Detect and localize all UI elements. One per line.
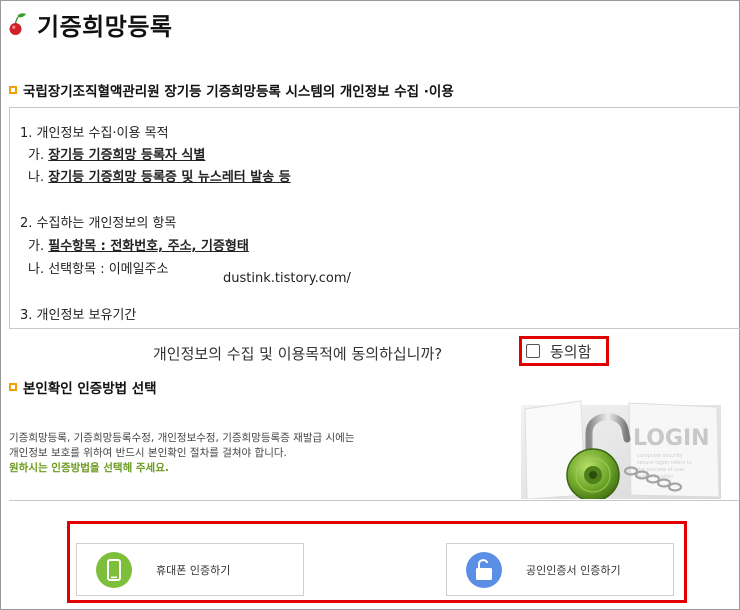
svg-text:computer security: computer security	[637, 453, 683, 459]
svg-text:secure logon refers to: secure logon refers to	[637, 460, 692, 466]
terms-item2-a: 가. 필수항목 : 전화번호, 주소, 기증형태	[28, 235, 249, 254]
terms-item3-title: 3. 개인정보 보유기간	[20, 308, 137, 323]
auth-heading-text: 본인확인 인증방법 선택	[23, 381, 157, 397]
terms-item2-title: 2. 수집하는 개인정보의 항목	[20, 216, 177, 231]
section-divider	[9, 500, 739, 501]
unlock-icon	[466, 551, 502, 588]
agree-checkbox[interactable]	[526, 344, 540, 358]
login-image-text: LOGIN	[633, 426, 710, 451]
phone-auth-label: 휴대폰 인증하기	[156, 563, 231, 577]
privacy-section-heading: 국립장기조직혈액관리원 장기등 기증희망등록 시스템의 개인정보 수집 ·이용	[9, 80, 454, 100]
watermark-text: dustink.tistory.com/	[223, 271, 351, 286]
terms-item2-a-text: 필수항목 : 전화번호, 주소, 기증형태	[48, 239, 249, 254]
square-bullet-icon	[9, 383, 17, 391]
terms-item2-a-prefix: 가.	[28, 239, 49, 254]
certificate-auth-button[interactable]: 공인인증서 인증하기	[446, 543, 674, 596]
agree-label[interactable]: 동의함	[550, 341, 591, 362]
certificate-auth-label: 공인인증서 인증하기	[526, 563, 621, 577]
privacy-terms-box[interactable]: 1. 개인정보 수집·이용 목적 가. 장기등 기증희망 등록자 식별 나. 장…	[9, 107, 740, 329]
terms-item1-b-prefix: 나.	[28, 170, 49, 185]
smartphone-icon	[96, 551, 132, 588]
auth-desc-line1: 기증희망등록, 기증희망등록수정, 개인정보수정, 기증희망등록증 재발급 시에…	[9, 432, 355, 444]
auth-section-heading: 본인확인 인증방법 선택	[9, 377, 157, 397]
auth-method-group: 휴대폰 인증하기 공인인증서 인증하기	[67, 521, 687, 603]
page-header: 기증희망등록	[7, 7, 172, 41]
consent-row: 개인정보의 수집 및 이용목적에 동의하십니까? 동의함	[1, 336, 740, 366]
terms-item1-b: 나. 장기등 기증희망 등록증 및 뉴스레터 발송 등	[28, 166, 291, 185]
cherry-logo-icon	[7, 12, 29, 36]
terms-item1-a: 가. 장기등 기증희망 등록자 식별	[28, 144, 205, 163]
page-title: 기증희망등록	[37, 12, 173, 41]
auth-desc-line2: 개인정보 보호를 위하여 반드시 본인확인 절차를 걸쳐야 합니다.	[9, 447, 287, 459]
privacy-heading-text: 국립장기조직혈액관리원 장기등 기증희망등록 시스템의 개인정보 수집 ·이용	[23, 84, 454, 100]
padlock-image: LOGIN computer security secure logon ref…	[521, 395, 721, 502]
terms-item1-b-text: 장기등 기증희망 등록증 및 뉴스레터 발송 등	[48, 170, 291, 185]
terms-item2-b: 나. 선택항목 : 이메일주소	[28, 262, 169, 277]
terms-item1-title: 1. 개인정보 수집·이용 목적	[20, 126, 169, 141]
square-bullet-icon	[9, 86, 17, 94]
auth-description: 기증희망등록, 기증희망등록수정, 개인정보수정, 기증희망등록증 재발급 시에…	[9, 431, 354, 476]
auth-desc-line3: 원하시는 인증방법을 선택해 주세요.	[9, 462, 169, 474]
terms-item1-a-text: 장기등 기증희망 등록자 식별	[48, 148, 206, 163]
consent-agree-option[interactable]: 동의함	[519, 336, 609, 366]
terms-item1-a-prefix: 가.	[28, 148, 49, 163]
phone-auth-button[interactable]: 휴대폰 인증하기	[76, 543, 304, 596]
consent-question: 개인정보의 수집 및 이용목적에 동의하십니까?	[153, 345, 443, 363]
